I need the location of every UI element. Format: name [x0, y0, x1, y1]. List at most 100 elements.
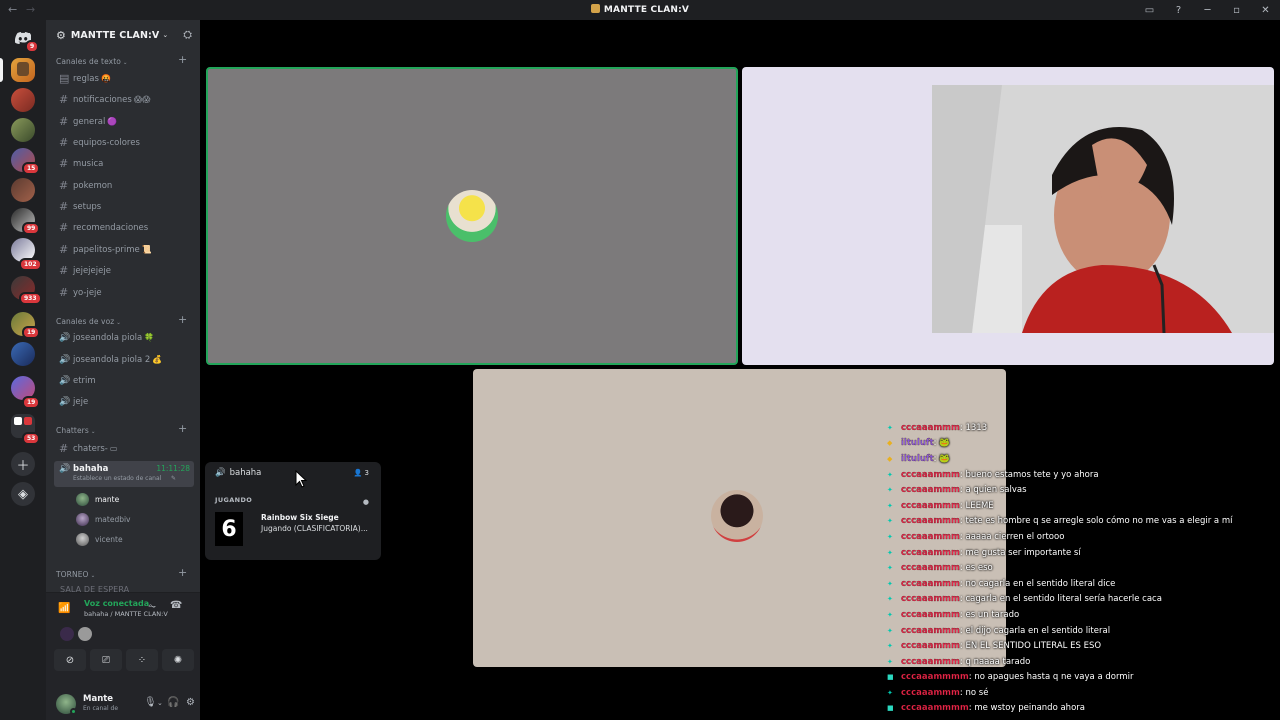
- voice-channel-joseandola-piola-2[interactable]: 🔊 joseandola piola 2 💰: [54, 350, 194, 369]
- category-chatters[interactable]: Chatters ⌄: [56, 426, 96, 435]
- channel-notificaciones[interactable]: # notificaciones 😱😱: [54, 90, 194, 109]
- voice-user-matedbiv[interactable]: matedbiv: [76, 511, 131, 528]
- headphones-icon[interactable]: 🎧: [167, 697, 179, 708]
- noise-suppression-icon[interactable]: ⏦: [148, 601, 156, 612]
- server-badge: 99: [22, 222, 41, 235]
- server-header[interactable]: ⚙ MANTTE CLAN:V ⌄ ⛭: [46, 20, 200, 50]
- category-text-channels[interactable]: Canales de texto ⌄: [56, 57, 128, 66]
- chat-message: ✦ cccaaammm: es eso: [887, 563, 993, 574]
- hash-icon: #: [59, 243, 69, 256]
- voice-channel-jeje[interactable]: 🔊 jeje: [54, 392, 194, 411]
- channel-yo-jeje[interactable]: # yo-jeje: [54, 283, 194, 302]
- avatar: [76, 513, 89, 526]
- help-icon[interactable]: ?: [1164, 5, 1193, 16]
- disconnect-icon[interactable]: ☎: [170, 600, 182, 611]
- close-button[interactable]: ✕: [1251, 5, 1280, 16]
- voice-channel-bahaha[interactable]: 🔊 bahaha 11:11:28 Establece un estado de…: [54, 461, 194, 487]
- chat-message: ✦ cccaaammm: me gusta ser importante sí: [887, 547, 1081, 558]
- voice-user-mante[interactable]: mante: [76, 491, 119, 508]
- badge-icon: ■: [887, 704, 894, 713]
- badge-icon: ✦: [887, 688, 893, 697]
- add-channel-icon[interactable]: +: [178, 53, 187, 66]
- add-channel-icon[interactable]: +: [178, 566, 187, 579]
- screen-share-icon[interactable]: ⎚: [90, 649, 122, 671]
- voice-user-vicente[interactable]: vicente: [76, 531, 123, 548]
- maximize-button[interactable]: ▫: [1222, 5, 1251, 16]
- camera-off-icon[interactable]: ⊘: [54, 649, 86, 671]
- channel-setups[interactable]: # setups: [54, 197, 194, 216]
- badge-icon: ✦: [887, 657, 893, 666]
- explore-servers-icon[interactable]: ◈: [11, 482, 35, 506]
- channel-pokemon[interactable]: # pokemon: [54, 176, 194, 195]
- participant-avatar: [78, 627, 92, 641]
- channel-recomendaciones[interactable]: # recomendaciones: [54, 218, 194, 237]
- participant-avatar: ●: [362, 498, 369, 506]
- channel-status[interactable]: Establece un estado de canal: [73, 475, 161, 482]
- badge-icon: ✦: [887, 517, 893, 526]
- inbox-icon[interactable]: ▭: [1135, 5, 1164, 16]
- channel-equipos-colores[interactable]: # equipos-colores: [54, 133, 194, 152]
- chat-message: ✦ cccaaammm: es un tarado: [887, 609, 1020, 620]
- category-voice-channels[interactable]: Canales de voz ⌄: [56, 317, 121, 326]
- avatar: [76, 533, 89, 546]
- activity-header: JUGANDO: [215, 496, 253, 504]
- username[interactable]: Mante: [83, 694, 113, 704]
- channel-musica[interactable]: # musica: [54, 154, 194, 173]
- chat-message: ✦ cccaaammm: aaaaa cierren el ortooo: [887, 531, 1065, 542]
- badge-icon: ✦: [887, 423, 893, 432]
- minimize-button[interactable]: ─: [1193, 5, 1222, 16]
- game-name: Rainbow Six Siege: [261, 513, 339, 522]
- badge-icon: ■: [887, 673, 894, 682]
- voice-channel-etrim[interactable]: 🔊 etrim: [54, 371, 194, 390]
- soundboard-icon[interactable]: ✺: [162, 649, 194, 671]
- server-badge: 53: [22, 432, 41, 445]
- speaker-icon: 🔊: [59, 354, 71, 365]
- invite-people-icon[interactable]: ⛭: [183, 28, 192, 42]
- voice-channel-joseandola-piola[interactable]: 🔊 joseandola piola 🍀: [54, 328, 194, 347]
- server-rail: 9 15 99 102 933 19 19 53 ＋ ◈: [0, 20, 46, 720]
- channel-chaters[interactable]: # chaters- ▭: [54, 439, 194, 458]
- user-status: En canal de: [83, 705, 119, 712]
- server-badge: 15: [22, 162, 41, 175]
- chat-message: ■ cccaaammmm: no apagues hasta q ne vaya …: [887, 672, 1134, 683]
- add-server-icon[interactable]: ＋: [11, 452, 35, 476]
- chat-message: ✦ cccaaammm: bueno estamos tete y yo ahor…: [887, 469, 1099, 480]
- category-torneo[interactable]: TORNEO ⌄: [56, 570, 95, 579]
- speaker-icon: 🔊: [59, 396, 71, 407]
- add-channel-icon[interactable]: +: [178, 422, 187, 435]
- badge-icon: ✦: [887, 564, 893, 573]
- channel-general[interactable]: # general 🟣: [54, 112, 194, 131]
- server-icon-2[interactable]: [11, 88, 35, 112]
- speaker-icon: 🔊: [59, 332, 71, 343]
- server-icon-3[interactable]: [11, 118, 35, 142]
- server-mantte-clan[interactable]: [11, 58, 35, 82]
- chevron-down-icon[interactable]: ⌄: [157, 699, 163, 707]
- badge-icon: ✦: [887, 532, 893, 541]
- user-settings-icon[interactable]: ⚙: [186, 697, 195, 708]
- participant-tile-camera[interactable]: [742, 67, 1274, 365]
- activities-icon[interactable]: ⁘: [126, 649, 158, 671]
- rainbow-six-icon: 6: [215, 512, 243, 546]
- signal-icon[interactable]: 📶: [58, 603, 70, 614]
- badge-icon: ✦: [887, 626, 893, 635]
- user-panel: Mante En canal de 🎙 ⌄ 🎧 ⚙: [46, 688, 200, 720]
- channel-reglas[interactable]: ▤ reglas 🤬: [54, 69, 194, 88]
- window-title: MANTTE CLAN:V: [0, 4, 1280, 15]
- server-icon-5[interactable]: [11, 178, 35, 202]
- server-badge: 19: [22, 326, 41, 339]
- avatar: [76, 493, 89, 506]
- badge-icon: ✦: [887, 548, 893, 557]
- voice-connected-label[interactable]: Voz conectada: [84, 599, 149, 608]
- selected-server-pill: [0, 58, 3, 82]
- hash-icon: #: [59, 115, 69, 128]
- badge-icon: ✦: [887, 610, 893, 619]
- pencil-icon[interactable]: ✎: [171, 475, 176, 482]
- server-icon-10[interactable]: [11, 342, 35, 366]
- chat-message: ■ cccaaammmm: me wstoy peinando ahora: [887, 703, 1085, 714]
- microphone-icon[interactable]: 🎙: [144, 697, 157, 708]
- channel-papelitos-prime[interactable]: # papelitos-prime 📜: [54, 240, 194, 259]
- participant-tile-speaking[interactable]: [206, 67, 738, 365]
- channel-jejejejeje[interactable]: # jejejejeje: [54, 261, 194, 280]
- chat-message: ◆ iltuluft: 🐸: [887, 438, 950, 449]
- add-channel-icon[interactable]: +: [178, 313, 187, 326]
